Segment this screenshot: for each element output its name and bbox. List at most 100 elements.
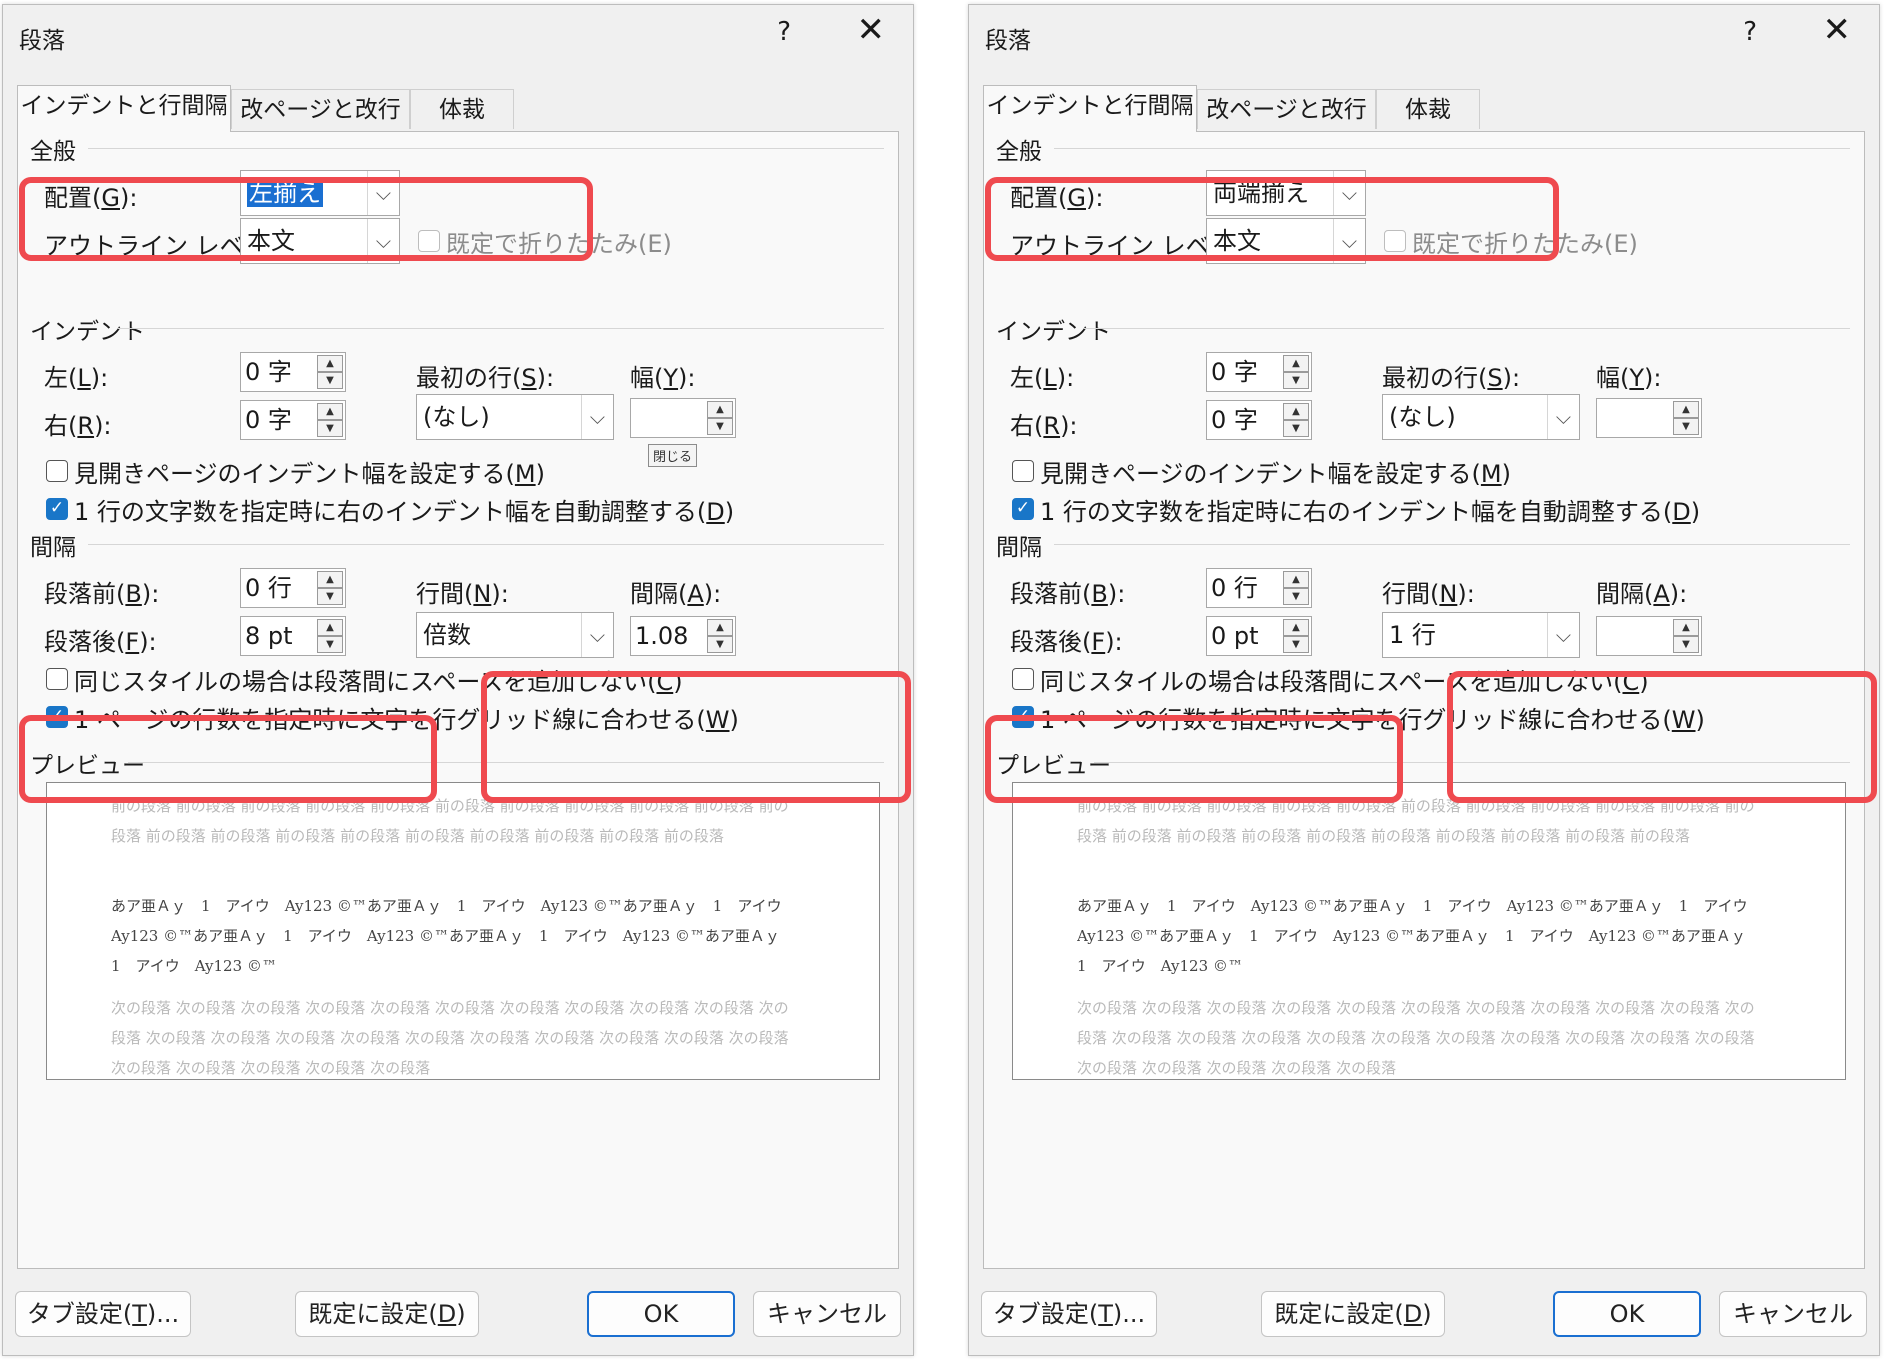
space-after-spinner[interactable]: 0 pt ▲ ▼ [1206,616,1312,656]
indent-left-spinner[interactable]: 0 字 ▲ ▼ [240,352,346,392]
space-after-spinner[interactable]: 8 pt ▲ ▼ [240,616,346,656]
divider [1084,328,1850,329]
spin-up-icon[interactable]: ▲ [317,619,343,636]
indent-right-spinner[interactable]: 0 字 ▲ ▼ [1206,400,1312,440]
spacing-at-spinner[interactable]: ▲ ▼ [1596,616,1702,656]
spin-down-icon[interactable]: ▼ [317,372,343,389]
section-general: 全般 [30,139,76,165]
set-as-default-button[interactable]: 既定に設定(D) [1261,1291,1445,1337]
first-line-select[interactable]: (なし) ⌵ [1382,394,1580,440]
section-indent: インデント [996,319,1111,345]
first-line-value: (なし) [1389,403,1456,431]
close-icon[interactable]: ✕ [1823,13,1852,47]
spin-down-icon[interactable]: ▼ [707,636,733,653]
mirror-indents-label: 見開きページのインデント幅を設定する(M) [74,460,545,488]
highlight-space-after [985,715,1403,803]
paragraph-dialog-before: 段落 ? ✕ インデントと行間隔 改ページと改行 体裁 全般 配置(G): 左揃… [2,4,914,1356]
highlight-alignment [19,177,593,261]
spin-up-icon[interactable]: ▲ [1673,619,1699,636]
chevron-down-icon: ⌵ [1547,395,1579,439]
ok-button[interactable]: OK [1553,1291,1701,1337]
highlight-alignment [985,177,1559,261]
space-before-spinner[interactable]: 0 行 ▲ ▼ [240,568,346,608]
space-before-spinner[interactable]: 0 行 ▲ ▼ [1206,568,1312,608]
tabs-button[interactable]: タブ設定(T)... [15,1291,191,1337]
divider [1054,148,1850,149]
spin-up-icon[interactable]: ▲ [1283,619,1309,636]
line-spacing-value: 倍数 [423,621,471,649]
spin-up-icon[interactable]: ▲ [1283,403,1309,420]
width-label: 幅(Y): [630,364,696,392]
width-spinner[interactable]: ▲ ▼ [1596,398,1702,438]
close-icon[interactable]: ✕ [857,13,886,47]
tab-indent-spacing[interactable]: インデントと行間隔 [983,85,1197,132]
title-bar: 段落 ? ✕ [3,5,913,67]
spin-up-icon[interactable]: ▲ [1283,355,1309,372]
spin-down-icon[interactable]: ▼ [707,418,733,435]
divider [1054,544,1850,545]
spin-down-icon[interactable]: ▼ [317,420,343,437]
spin-down-icon[interactable]: ▼ [1283,588,1309,605]
spin-up-icon[interactable]: ▲ [707,619,733,636]
section-spacing: 間隔 [996,535,1042,561]
spin-up-icon[interactable]: ▲ [1673,401,1699,418]
spin-down-icon[interactable]: ▼ [1283,372,1309,389]
divider [88,544,884,545]
cancel-button[interactable]: キャンセル [753,1291,901,1337]
spin-up-icon[interactable]: ▲ [317,355,343,372]
mirror-indents-checkbox[interactable] [46,460,68,482]
spacing-at-value: 1.08 [635,622,689,650]
tab-line-page-breaks[interactable]: 改ページと改行 [1197,89,1376,129]
tabs-button[interactable]: タブ設定(T)... [981,1291,1157,1337]
spin-down-icon[interactable]: ▼ [1673,636,1699,653]
spin-down-icon[interactable]: ▼ [1283,636,1309,653]
spin-down-icon[interactable]: ▼ [1283,420,1309,437]
set-as-default-button[interactable]: 既定に設定(D) [295,1291,479,1337]
line-spacing-select[interactable]: 倍数 ⌵ [416,612,614,658]
space-before-label: 段落前(B): [44,580,160,608]
mirror-indents-label: 見開きページのインデント幅を設定する(M) [1040,460,1511,488]
spin-down-icon[interactable]: ▼ [317,636,343,653]
line-spacing-label: 行間(N): [1382,580,1475,608]
indent-right-spinner[interactable]: 0 字 ▲ ▼ [240,400,346,440]
preview-sample-text: あア亜Ａｙ 1 アイウ Ay123 ©™あア亜Ａｙ 1 アイウ Ay123 ©™… [111,897,791,975]
highlight-space-after [19,715,437,803]
spacing-at-spinner[interactable]: 1.08 ▲ ▼ [630,616,736,656]
no-space-same-style-checkbox[interactable] [46,668,68,690]
ok-button[interactable]: OK [587,1291,735,1337]
auto-adjust-indent-checkbox[interactable]: ✓ [1012,498,1034,520]
line-spacing-value: 1 行 [1389,621,1436,649]
tab-asian-typography[interactable]: 体裁 [410,89,514,129]
spin-up-icon[interactable]: ▲ [317,403,343,420]
auto-adjust-indent-checkbox[interactable]: ✓ [46,498,68,520]
cancel-button[interactable]: キャンセル [1719,1291,1867,1337]
indent-left-value: 0 字 [245,358,292,386]
help-icon[interactable]: ? [1743,17,1757,47]
spacing-at-label: 間隔(A): [1596,580,1688,608]
space-before-label: 段落前(B): [1010,580,1126,608]
divider [88,148,884,149]
title-bar: 段落 ? ✕ [969,5,1879,67]
tab-indent-spacing[interactable]: インデントと行間隔 [17,85,231,132]
mirror-indents-checkbox[interactable] [1012,460,1034,482]
line-spacing-select[interactable]: 1 行 ⌵ [1382,612,1580,658]
width-spinner[interactable]: ▲ ▼ [630,398,736,438]
spin-up-icon[interactable]: ▲ [707,401,733,418]
indent-right-label: 右(R): [1010,412,1078,440]
space-before-value: 0 行 [245,574,292,602]
help-icon[interactable]: ? [777,17,791,47]
spin-down-icon[interactable]: ▼ [1673,418,1699,435]
space-after-label: 段落後(F): [44,628,157,656]
tab-asian-typography[interactable]: 体裁 [1376,89,1480,129]
spin-up-icon[interactable]: ▲ [1283,571,1309,588]
tab-line-page-breaks[interactable]: 改ページと改行 [231,89,410,129]
section-general: 全般 [996,139,1042,165]
spin-down-icon[interactable]: ▼ [317,588,343,605]
no-space-same-style-checkbox[interactable] [1012,668,1034,690]
preview-next-paragraph: 次の段落 次の段落 次の段落 次の段落 次の段落 次の段落 次の段落 次の段落 … [1077,999,1755,1077]
indent-left-spinner[interactable]: 0 字 ▲ ▼ [1206,352,1312,392]
section-indent: インデント [30,319,145,345]
spin-up-icon[interactable]: ▲ [317,571,343,588]
preview-previous-paragraph: 前の段落 前の段落 前の段落 前の段落 前の段落 前の段落 前の段落 前の段落 … [1077,797,1755,845]
first-line-select[interactable]: (なし) ⌵ [416,394,614,440]
